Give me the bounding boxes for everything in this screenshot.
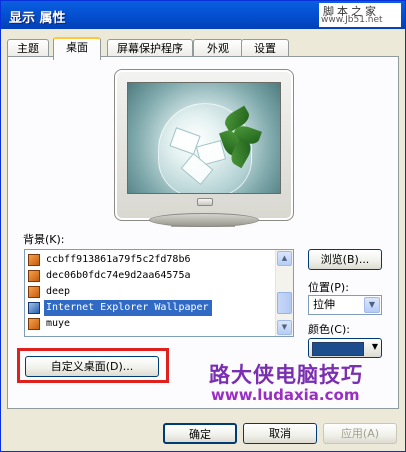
image-file-icon bbox=[28, 286, 40, 298]
background-list[interactable]: ccbff913861a79f5c2fd78b6 dec06b0fdc74e9d… bbox=[24, 249, 294, 337]
ok-button[interactable]: 确定 bbox=[163, 423, 237, 444]
browse-button[interactable]: 浏览(B)... bbox=[308, 249, 382, 270]
display-properties-window: 显示 属性 脚本之家 www.Jb51.net 主题 桌面 屏幕保护程序 外观 … bbox=[0, 0, 406, 452]
tab-appearance[interactable]: 外观 bbox=[193, 39, 243, 57]
watermark-url: www.Jb51.net bbox=[321, 15, 383, 25]
tab-screensaver[interactable]: 屏幕保护程序 bbox=[107, 39, 193, 57]
promo-watermark-url: www.ludaxia.com bbox=[211, 386, 360, 404]
image-file-icon bbox=[28, 318, 40, 330]
tab-settings[interactable]: 设置 bbox=[241, 39, 289, 57]
html-file-icon bbox=[28, 302, 40, 314]
list-item-selected[interactable]: Internet Explorer Wallpaper bbox=[26, 300, 276, 316]
position-value: 拉伸 bbox=[313, 298, 335, 311]
title-bar[interactable]: 显示 属性 脚本之家 www.Jb51.net bbox=[1, 1, 405, 29]
color-swatch bbox=[312, 342, 364, 356]
tab-themes[interactable]: 主题 bbox=[7, 39, 49, 57]
wallpaper-preview bbox=[127, 82, 281, 194]
site-watermark: 脚本之家 www.Jb51.net bbox=[319, 3, 401, 27]
image-file-icon bbox=[28, 270, 40, 282]
tab-desktop[interactable]: 桌面 bbox=[53, 37, 101, 60]
list-item[interactable]: deep bbox=[26, 284, 276, 300]
apply-button[interactable]: 应用(A) bbox=[323, 423, 397, 444]
window-title: 显示 属性 bbox=[9, 11, 66, 26]
image-file-icon bbox=[28, 254, 40, 266]
cancel-button[interactable]: 取消 bbox=[243, 423, 317, 444]
background-label: 背景(K): bbox=[23, 233, 65, 246]
highlight-annotation bbox=[17, 348, 169, 383]
position-select[interactable]: 拉伸 ▼ bbox=[308, 295, 382, 315]
promo-watermark-title: 路大侠电脑技巧 bbox=[209, 363, 363, 387]
scroll-down-icon[interactable]: ▼ bbox=[277, 320, 292, 335]
position-label: 位置(P): bbox=[308, 281, 349, 294]
monitor-stand-base bbox=[149, 213, 259, 227]
dropdown-arrow-icon: ▼ bbox=[371, 342, 378, 351]
color-label: 颜色(C): bbox=[308, 323, 350, 336]
list-scrollbar[interactable]: ▲ ▼ bbox=[275, 250, 293, 336]
list-item[interactable]: ccbff913861a79f5c2fd78b6 bbox=[26, 252, 276, 268]
scroll-thumb[interactable] bbox=[277, 292, 292, 314]
list-item[interactable]: dec06b0fdc74e9d2aa64575a bbox=[26, 268, 276, 284]
monitor-power-button bbox=[197, 198, 213, 206]
color-picker-button[interactable]: ▼ bbox=[308, 338, 382, 358]
scroll-up-icon[interactable]: ▲ bbox=[277, 251, 292, 266]
list-item[interactable]: muye bbox=[26, 316, 276, 332]
monitor-preview bbox=[114, 69, 294, 221]
chevron-down-icon[interactable]: ▼ bbox=[364, 297, 380, 313]
